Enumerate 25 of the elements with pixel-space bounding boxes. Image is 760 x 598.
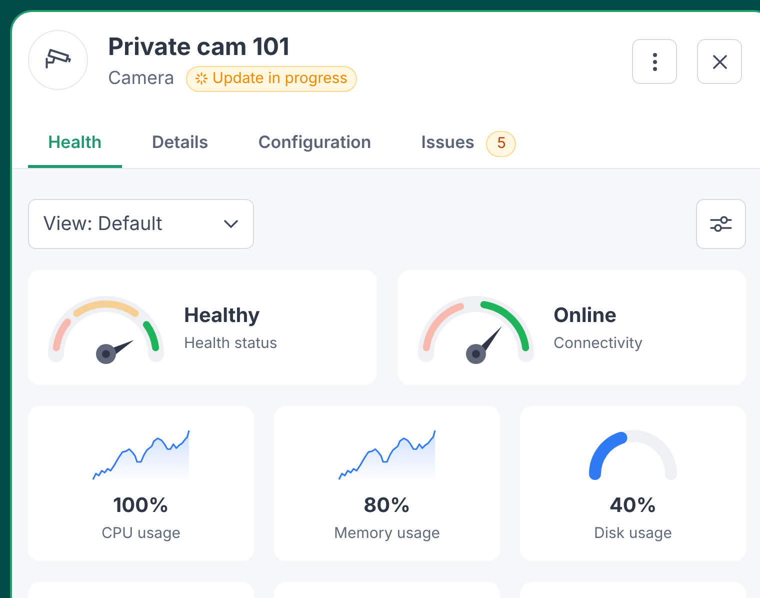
metric-value: 40% bbox=[609, 492, 657, 519]
metric-value: 100% bbox=[113, 492, 169, 519]
tab[interactable]: Details bbox=[132, 130, 228, 168]
count-badge: 5 bbox=[486, 130, 516, 156]
sliders-icon bbox=[709, 214, 733, 234]
metric-label: Memory usage bbox=[334, 522, 440, 544]
close-icon bbox=[712, 54, 728, 70]
status-value: Healthy bbox=[184, 302, 261, 330]
close-button[interactable] bbox=[697, 39, 742, 84]
vertical-dots-icon bbox=[652, 52, 656, 70]
status-label: Connectivity bbox=[554, 332, 643, 354]
status-label: Health status bbox=[184, 332, 278, 354]
tab[interactable]: Configuration bbox=[238, 130, 392, 168]
device-title: Private cam 101 bbox=[108, 32, 290, 62]
chevron-down-icon bbox=[223, 219, 239, 229]
tab[interactable]: Issues 5 bbox=[401, 130, 536, 168]
status-value: Online bbox=[554, 302, 618, 330]
metric-label: CPU usage bbox=[101, 522, 181, 544]
metric-label: Disk usage bbox=[594, 522, 672, 544]
device-type: Camera bbox=[108, 67, 174, 91]
status-badge: Update in progress bbox=[186, 66, 357, 92]
filter-settings-button[interactable] bbox=[696, 199, 746, 249]
view-dropdown[interactable]: View: Default bbox=[28, 199, 254, 249]
spinner-icon bbox=[195, 72, 208, 85]
metric-value: 80% bbox=[364, 492, 410, 519]
